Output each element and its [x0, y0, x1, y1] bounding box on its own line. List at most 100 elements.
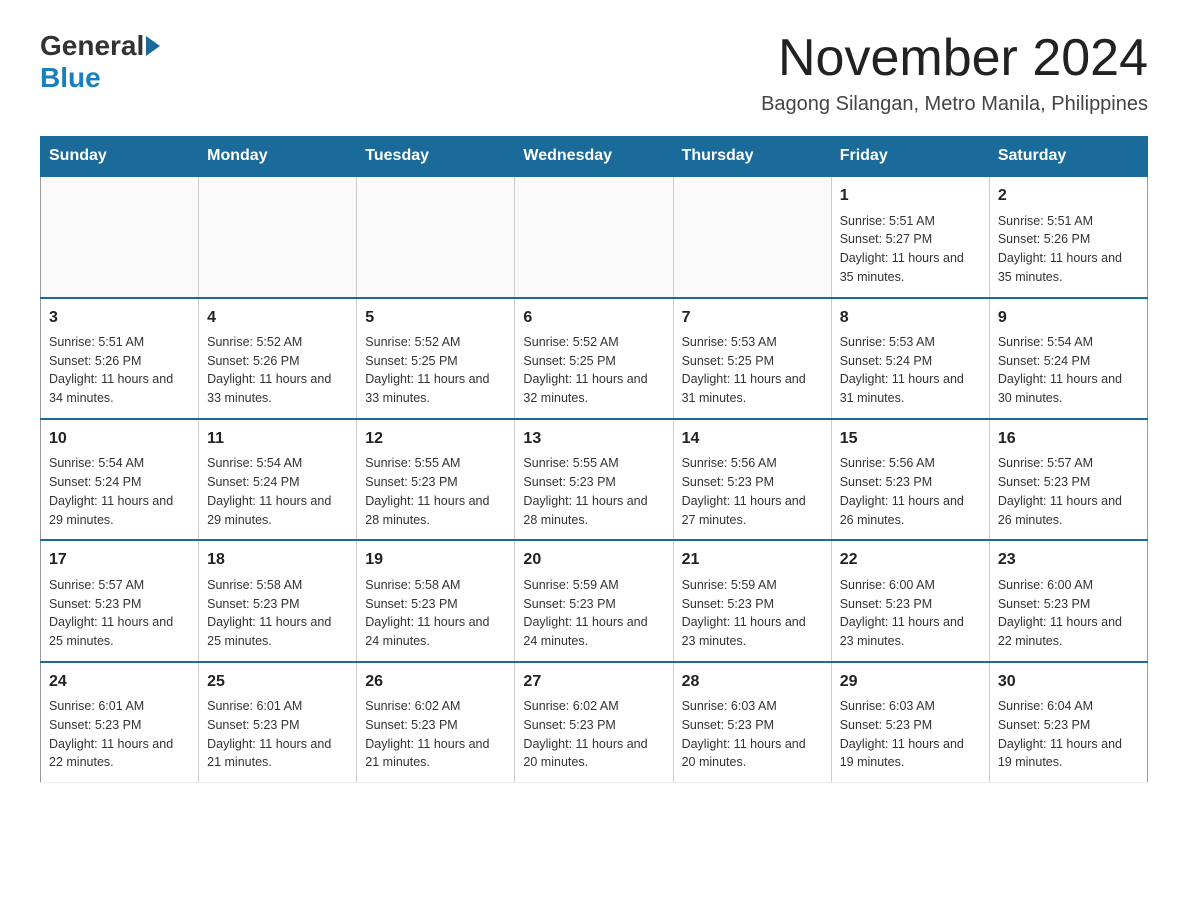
- day-number: 5: [365, 307, 506, 329]
- day-info: Sunrise: 6:03 AMSunset: 5:23 PMDaylight:…: [682, 697, 823, 772]
- table-row: 21Sunrise: 5:59 AMSunset: 5:23 PMDayligh…: [673, 540, 831, 661]
- calendar-week-1: 1 Sunrise: 5:51 AMSunset: 5:27 PMDaylight…: [41, 176, 1148, 297]
- day-info: Sunrise: 6:01 AMSunset: 5:23 PMDaylight:…: [49, 697, 190, 772]
- table-row: 5 Sunrise: 5:52 AMSunset: 5:25 PMDaylight…: [357, 298, 515, 419]
- col-thursday: Thursday: [673, 137, 831, 177]
- page-header: General Blue November 2024 Bagong Silang…: [40, 30, 1148, 116]
- table-row: 12Sunrise: 5:55 AMSunset: 5:23 PMDayligh…: [357, 419, 515, 540]
- table-row: 24 Sunrise: 6:01 AMSunset: 5:23 PMDayligh…: [41, 662, 199, 783]
- day-info: Sunrise: 6:04 AMSunset: 5:23 PMDaylight:…: [998, 697, 1139, 772]
- day-number: 17: [49, 549, 190, 571]
- day-number: 21: [682, 549, 823, 571]
- table-row: 27 Sunrise: 6:02 AMSunset: 5:23 PMDayligh…: [515, 662, 673, 783]
- col-monday: Monday: [199, 137, 357, 177]
- day-info: Sunrise: 5:58 AMSunset: 5:23 PMDaylight:…: [207, 576, 348, 651]
- table-row: 9 Sunrise: 5:54 AMSunset: 5:24 PMDaylight…: [989, 298, 1147, 419]
- day-number: 6: [523, 307, 664, 329]
- calendar-week-2: 3 Sunrise: 5:51 AMSunset: 5:26 PMDaylight…: [41, 298, 1148, 419]
- table-row: 7 Sunrise: 5:53 AMSunset: 5:25 PMDaylight…: [673, 298, 831, 419]
- day-info: Sunrise: 5:52 AMSunset: 5:25 PMDaylight:…: [365, 333, 506, 408]
- col-saturday: Saturday: [989, 137, 1147, 177]
- day-number: 7: [682, 307, 823, 329]
- day-info: Sunrise: 5:51 AMSunset: 5:26 PMDaylight:…: [998, 212, 1139, 287]
- day-info: Sunrise: 6:02 AMSunset: 5:23 PMDaylight:…: [365, 697, 506, 772]
- day-number: 23: [998, 549, 1139, 571]
- day-number: 13: [523, 428, 664, 450]
- day-number: 15: [840, 428, 981, 450]
- day-number: 22: [840, 549, 981, 571]
- table-row: 4Sunrise: 5:52 AMSunset: 5:26 PMDaylight…: [199, 298, 357, 419]
- table-row: 16 Sunrise: 5:57 AMSunset: 5:23 PMDayligh…: [989, 419, 1147, 540]
- day-number: 20: [523, 549, 664, 571]
- table-row: [41, 176, 199, 297]
- table-row: 13 Sunrise: 5:55 AMSunset: 5:23 PMDayligh…: [515, 419, 673, 540]
- calendar-week-3: 10 Sunrise: 5:54 AMSunset: 5:24 PMDayligh…: [41, 419, 1148, 540]
- day-info: Sunrise: 5:55 AMSunset: 5:23 PMDaylight:…: [523, 454, 664, 529]
- table-row: [515, 176, 673, 297]
- day-number: 10: [49, 428, 190, 450]
- day-number: 26: [365, 671, 506, 693]
- table-row: [357, 176, 515, 297]
- day-number: 30: [998, 671, 1139, 693]
- day-info: Sunrise: 5:53 AMSunset: 5:24 PMDaylight:…: [840, 333, 981, 408]
- table-row: 28Sunrise: 6:03 AMSunset: 5:23 PMDayligh…: [673, 662, 831, 783]
- day-info: Sunrise: 5:57 AMSunset: 5:23 PMDaylight:…: [998, 454, 1139, 529]
- table-row: [199, 176, 357, 297]
- table-row: 10 Sunrise: 5:54 AMSunset: 5:24 PMDayligh…: [41, 419, 199, 540]
- day-number: 3: [49, 307, 190, 329]
- location-subtitle: Bagong Silangan, Metro Manila, Philippin…: [761, 93, 1148, 116]
- day-info: Sunrise: 5:58 AMSunset: 5:23 PMDaylight:…: [365, 576, 506, 651]
- table-row: [673, 176, 831, 297]
- day-number: 9: [998, 307, 1139, 329]
- logo-text: General: [40, 30, 162, 62]
- day-number: 14: [682, 428, 823, 450]
- day-info: Sunrise: 5:54 AMSunset: 5:24 PMDaylight:…: [998, 333, 1139, 408]
- day-number: 4: [207, 307, 348, 329]
- day-info: Sunrise: 5:53 AMSunset: 5:25 PMDaylight:…: [682, 333, 823, 408]
- day-info: Sunrise: 6:00 AMSunset: 5:23 PMDaylight:…: [840, 576, 981, 651]
- table-row: 14Sunrise: 5:56 AMSunset: 5:23 PMDayligh…: [673, 419, 831, 540]
- table-row: 8Sunrise: 5:53 AMSunset: 5:24 PMDaylight…: [831, 298, 989, 419]
- logo-triangle-icon: [146, 36, 160, 56]
- day-info: Sunrise: 5:55 AMSunset: 5:23 PMDaylight:…: [365, 454, 506, 529]
- calendar-table: Sunday Monday Tuesday Wednesday Thursday…: [40, 136, 1148, 783]
- day-info: Sunrise: 5:54 AMSunset: 5:24 PMDaylight:…: [207, 454, 348, 529]
- table-row: 2 Sunrise: 5:51 AMSunset: 5:26 PMDaylight…: [989, 176, 1147, 297]
- calendar-week-5: 24 Sunrise: 6:01 AMSunset: 5:23 PMDayligh…: [41, 662, 1148, 783]
- day-number: 19: [365, 549, 506, 571]
- day-number: 18: [207, 549, 348, 571]
- table-row: 1 Sunrise: 5:51 AMSunset: 5:27 PMDaylight…: [831, 176, 989, 297]
- table-row: 20Sunrise: 5:59 AMSunset: 5:23 PMDayligh…: [515, 540, 673, 661]
- day-number: 16: [998, 428, 1139, 450]
- col-sunday: Sunday: [41, 137, 199, 177]
- calendar-week-4: 17 Sunrise: 5:57 AMSunset: 5:23 PMDayligh…: [41, 540, 1148, 661]
- table-row: 30 Sunrise: 6:04 AMSunset: 5:23 PMDayligh…: [989, 662, 1147, 783]
- day-number: 29: [840, 671, 981, 693]
- day-number: 25: [207, 671, 348, 693]
- table-row: 6Sunrise: 5:52 AMSunset: 5:25 PMDaylight…: [515, 298, 673, 419]
- day-number: 11: [207, 428, 348, 450]
- day-info: Sunrise: 6:01 AMSunset: 5:23 PMDaylight:…: [207, 697, 348, 772]
- table-row: 17 Sunrise: 5:57 AMSunset: 5:23 PMDayligh…: [41, 540, 199, 661]
- table-row: 18 Sunrise: 5:58 AMSunset: 5:23 PMDayligh…: [199, 540, 357, 661]
- day-info: Sunrise: 5:51 AMSunset: 5:26 PMDaylight:…: [49, 333, 190, 408]
- table-row: 19 Sunrise: 5:58 AMSunset: 5:23 PMDayligh…: [357, 540, 515, 661]
- day-number: 27: [523, 671, 664, 693]
- logo-blue-text: Blue: [40, 62, 101, 94]
- day-info: Sunrise: 5:51 AMSunset: 5:27 PMDaylight:…: [840, 212, 981, 287]
- calendar-header-row: Sunday Monday Tuesday Wednesday Thursday…: [41, 137, 1148, 177]
- month-title: November 2024: [761, 30, 1148, 87]
- day-info: Sunrise: 6:02 AMSunset: 5:23 PMDaylight:…: [523, 697, 664, 772]
- table-row: 26 Sunrise: 6:02 AMSunset: 5:23 PMDayligh…: [357, 662, 515, 783]
- day-info: Sunrise: 5:54 AMSunset: 5:24 PMDaylight:…: [49, 454, 190, 529]
- table-row: 22 Sunrise: 6:00 AMSunset: 5:23 PMDayligh…: [831, 540, 989, 661]
- day-number: 24: [49, 671, 190, 693]
- day-number: 1: [840, 185, 981, 207]
- table-row: 11 Sunrise: 5:54 AMSunset: 5:24 PMDayligh…: [199, 419, 357, 540]
- title-area: November 2024 Bagong Silangan, Metro Man…: [761, 30, 1148, 116]
- day-info: Sunrise: 5:57 AMSunset: 5:23 PMDaylight:…: [49, 576, 190, 651]
- day-number: 2: [998, 185, 1139, 207]
- table-row: 29Sunrise: 6:03 AMSunset: 5:23 PMDayligh…: [831, 662, 989, 783]
- day-info: Sunrise: 6:00 AMSunset: 5:23 PMDaylight:…: [998, 576, 1139, 651]
- col-wednesday: Wednesday: [515, 137, 673, 177]
